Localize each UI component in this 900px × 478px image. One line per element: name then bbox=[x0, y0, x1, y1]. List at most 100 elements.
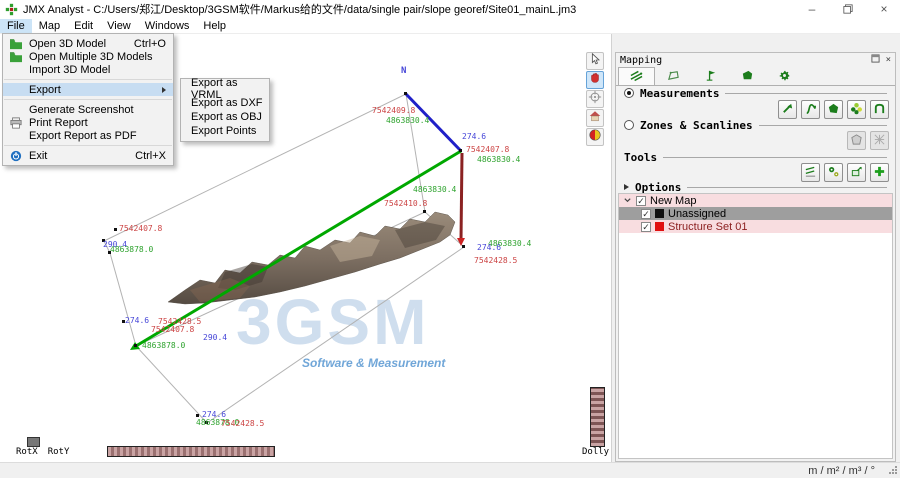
gears-icon bbox=[827, 163, 840, 182]
menu-item-generate-screenshot[interactable]: Generate Screenshot bbox=[3, 103, 173, 116]
tool-edit-scanlines-button[interactable] bbox=[801, 163, 820, 182]
tree-row-label: New Map bbox=[650, 195, 696, 207]
menu-item-export-obj[interactable]: Export as OBJ bbox=[181, 110, 269, 124]
tab-markers[interactable] bbox=[692, 67, 729, 85]
panel-close-icon[interactable]: × bbox=[886, 55, 891, 65]
zone-shield-button[interactable] bbox=[847, 131, 866, 150]
menu-item-label: Open Multiple 3D Models bbox=[29, 51, 153, 63]
zones-section: Zones & Scanlines bbox=[624, 119, 887, 131]
measure-area-button[interactable] bbox=[824, 100, 843, 119]
menu-item-label: Export bbox=[29, 84, 61, 96]
tab-measurements[interactable] bbox=[618, 67, 655, 85]
unassigned-color-swatch bbox=[655, 209, 664, 218]
menu-item-open-multiple[interactable]: Open Multiple 3D Models bbox=[3, 50, 173, 63]
orbit-tool-button[interactable] bbox=[586, 128, 604, 146]
shield-icon bbox=[850, 131, 863, 150]
scanline-edit-icon bbox=[804, 163, 817, 182]
gear-icon bbox=[777, 67, 792, 86]
tree-row-new-map[interactable]: New Map bbox=[619, 194, 892, 207]
menu-help[interactable]: Help bbox=[196, 19, 233, 33]
chevron-down-icon[interactable] bbox=[623, 195, 632, 207]
tree-row-unassigned[interactable]: Unassigned bbox=[619, 207, 892, 220]
tab-regions[interactable] bbox=[729, 67, 766, 85]
close-button[interactable]: × bbox=[878, 3, 890, 15]
options-label: Options bbox=[635, 181, 681, 194]
tab-zones[interactable] bbox=[655, 67, 692, 85]
menu-file[interactable]: File bbox=[0, 19, 32, 33]
scanline-icon bbox=[629, 67, 644, 86]
resize-grip-icon[interactable] bbox=[889, 465, 900, 477]
zones-radio[interactable] bbox=[624, 120, 634, 130]
new-map-checkbox[interactable] bbox=[636, 196, 646, 206]
rays-icon bbox=[873, 131, 886, 150]
map-tree: New Map Unassigned Structure Set 01 bbox=[618, 193, 893, 459]
menu-item-label: Print Report bbox=[29, 117, 88, 129]
menu-view[interactable]: View bbox=[100, 19, 138, 33]
title-bar: JMX Analyst - C:/Users/郑江/Desktop/3GSM软件… bbox=[0, 0, 900, 18]
menu-separator bbox=[4, 145, 172, 146]
unassigned-checkbox[interactable] bbox=[641, 209, 651, 219]
tool-export-box-button[interactable] bbox=[847, 163, 866, 182]
rotation-controls: RotXRotY bbox=[16, 446, 275, 457]
dolly-slider[interactable] bbox=[590, 387, 605, 447]
options-section: Options bbox=[624, 181, 887, 193]
tree-row-label: Unassigned bbox=[668, 208, 726, 220]
measurement-buttons bbox=[778, 100, 889, 119]
box-arrow-icon bbox=[850, 163, 863, 182]
zones-buttons bbox=[847, 131, 889, 150]
menu-edit[interactable]: Edit bbox=[67, 19, 100, 33]
app-logo-icon bbox=[5, 3, 18, 16]
menu-item-label: Export Points bbox=[191, 125, 256, 137]
home-view-button[interactable] bbox=[586, 109, 604, 127]
menu-item-open-3d-model[interactable]: Open 3D Model Ctrl+O bbox=[3, 37, 173, 50]
mapping-panel-header: Mapping × bbox=[616, 53, 895, 67]
window-controls: – × bbox=[806, 3, 900, 15]
menu-item-export[interactable]: Export bbox=[3, 83, 173, 96]
tools-buttons bbox=[801, 163, 889, 182]
north-label: N bbox=[401, 67, 406, 75]
menu-item-export-vrml[interactable]: Export as VRML bbox=[181, 82, 269, 96]
tool-add-button[interactable] bbox=[870, 163, 889, 182]
solid-polygon-icon bbox=[827, 100, 840, 119]
measurements-radio[interactable] bbox=[624, 88, 634, 98]
gate-icon bbox=[873, 100, 886, 119]
menu-item-label: Export as OBJ bbox=[191, 111, 262, 123]
restore-button[interactable] bbox=[842, 3, 854, 15]
file-menu-popup: Open 3D Model Ctrl+O Open Multiple 3D Mo… bbox=[2, 33, 174, 166]
options-expander-icon[interactable] bbox=[624, 184, 629, 190]
rotxy-slider[interactable] bbox=[107, 446, 275, 457]
status-bar: m / m² / m³ / ° bbox=[0, 462, 900, 478]
mapping-panel-title: Mapping bbox=[620, 55, 662, 66]
viewport-toolbar bbox=[586, 52, 608, 146]
menu-map[interactable]: Map bbox=[32, 19, 67, 33]
minimize-button[interactable]: – bbox=[806, 3, 818, 15]
curve-icon bbox=[804, 100, 817, 119]
target-tool-button[interactable] bbox=[586, 90, 604, 108]
tool-settings-button[interactable] bbox=[824, 163, 843, 182]
clover-icon bbox=[850, 100, 863, 119]
menu-item-export-points[interactable]: Export Points bbox=[181, 124, 269, 138]
roty-label: RotY bbox=[48, 447, 70, 457]
menu-item-export-dxf[interactable]: Export as DXF bbox=[181, 96, 269, 110]
flag-pole-icon bbox=[703, 67, 718, 86]
terrain-model[interactable] bbox=[168, 212, 455, 304]
measure-trace-button[interactable] bbox=[801, 100, 820, 119]
measure-gate-button[interactable] bbox=[870, 100, 889, 119]
dock-pin-icon[interactable] bbox=[871, 54, 880, 66]
measure-fan-button[interactable] bbox=[847, 100, 866, 119]
menu-item-exit[interactable]: Exit Ctrl+X bbox=[3, 149, 173, 162]
solid-polygon-icon bbox=[740, 67, 755, 86]
polygon-outline-icon bbox=[666, 67, 681, 86]
measure-arrow-button[interactable] bbox=[778, 100, 797, 119]
menu-windows[interactable]: Windows bbox=[138, 19, 197, 33]
cursor-tool-button[interactable] bbox=[586, 52, 604, 70]
menu-item-import-3d-model[interactable]: Import 3D Model bbox=[3, 63, 173, 76]
tab-settings[interactable] bbox=[766, 67, 803, 85]
menu-separator bbox=[4, 79, 172, 80]
zone-rays-button[interactable] bbox=[870, 131, 889, 150]
pan-hand-tool-button[interactable] bbox=[586, 71, 604, 89]
menu-item-export-report-pdf[interactable]: Export Report as PDF bbox=[3, 129, 173, 142]
tree-row-structure-set[interactable]: Structure Set 01 bbox=[619, 220, 892, 233]
structure-set-checkbox[interactable] bbox=[641, 222, 651, 232]
menu-item-print-report[interactable]: Print Report bbox=[3, 116, 173, 129]
